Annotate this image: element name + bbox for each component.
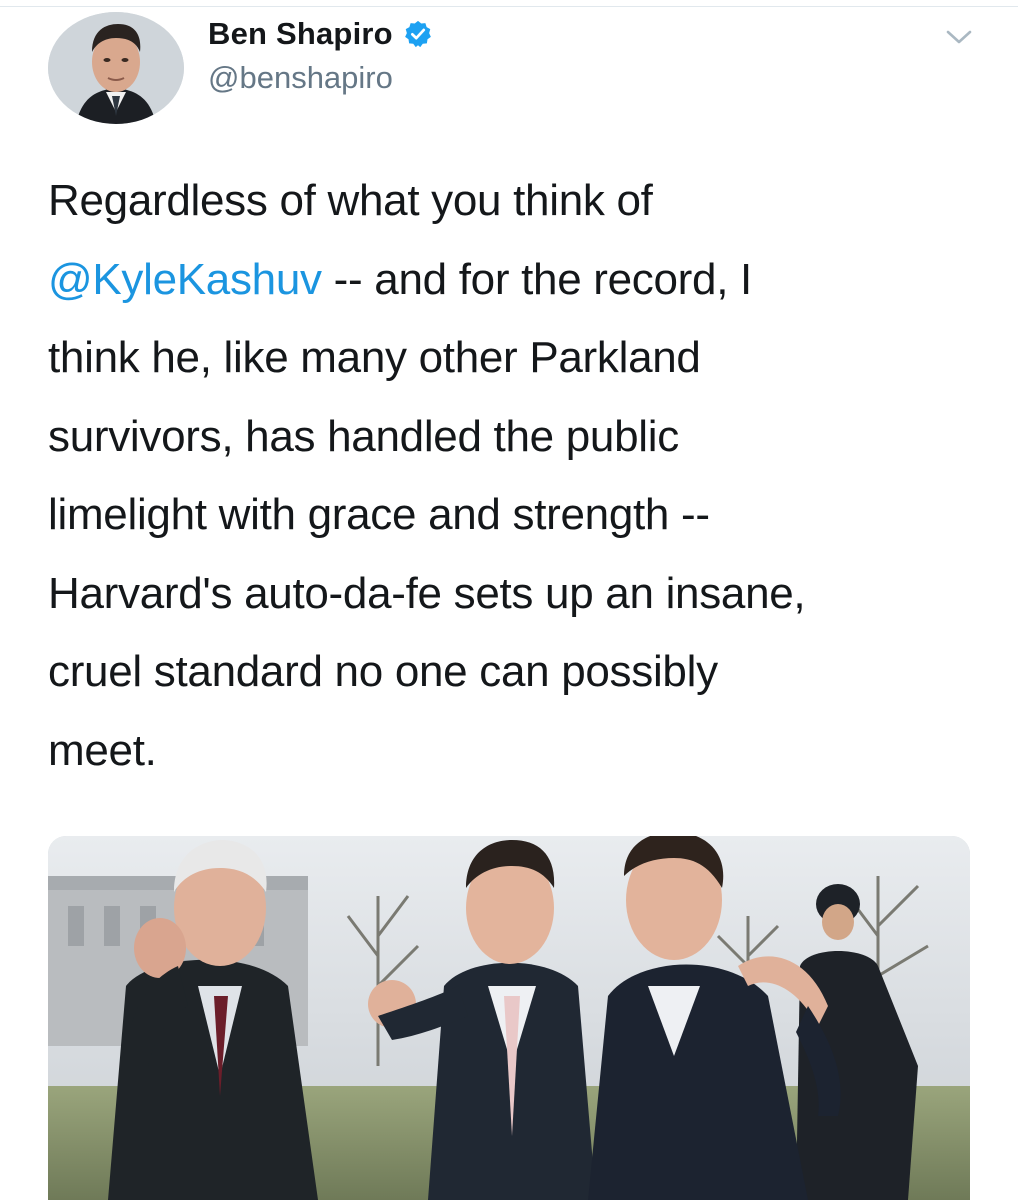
tweet-line: cruel standard no one can possibly <box>48 633 978 712</box>
tweet-line-text: think he, like many other Parkland <box>48 333 701 382</box>
tweet-card: Ben Shapiro @benshapiro Regardless of wh… <box>0 0 1018 1200</box>
author-handle[interactable]: @benshapiro <box>208 60 393 96</box>
tweet-line: Regardless of what you think of <box>48 162 978 241</box>
tweet-line-text: survivors, has handled the public <box>48 411 679 461</box>
tweet-menu-button[interactable] <box>942 22 976 52</box>
tweet-line: @KyleKashuv -- and for the record, I <box>48 241 978 320</box>
tweet-line: meet. <box>48 712 978 791</box>
mention-link[interactable]: @KyleKashuv <box>48 255 322 304</box>
tweet-line-text: -- and for the record, I <box>321 254 753 304</box>
avatar-image <box>48 12 184 124</box>
news-photo <box>48 836 970 1200</box>
tweet-line-text: cruel standard no one can possibly <box>48 647 718 696</box>
tweet-line-text: meet. <box>48 725 157 775</box>
avatar[interactable] <box>48 12 184 124</box>
top-divider <box>0 0 1018 7</box>
tweet-line: think he, like many other Parkland <box>48 319 978 398</box>
tweet-line-text: Regardless of what you think of <box>48 176 653 225</box>
tweet-line-text: limelight with grace and strength -- <box>48 490 710 539</box>
verified-badge-icon <box>403 19 433 49</box>
author-name-row[interactable]: Ben Shapiro <box>208 12 433 56</box>
author-display-name[interactable]: Ben Shapiro <box>208 16 393 52</box>
tweet-line: limelight with grace and strength -- <box>48 476 978 555</box>
tweet-text: Regardless of what you think of @KyleKas… <box>48 162 978 790</box>
chevron-down-icon <box>946 30 972 44</box>
tweet-line: Harvard's auto-da-fe sets up an insane, <box>48 555 978 634</box>
tweet-media-photo[interactable] <box>48 836 970 1200</box>
tweet-line: survivors, has handled the public <box>48 398 978 477</box>
tweet-line-text: Harvard's auto-da-fe sets up an insane, <box>48 568 806 618</box>
